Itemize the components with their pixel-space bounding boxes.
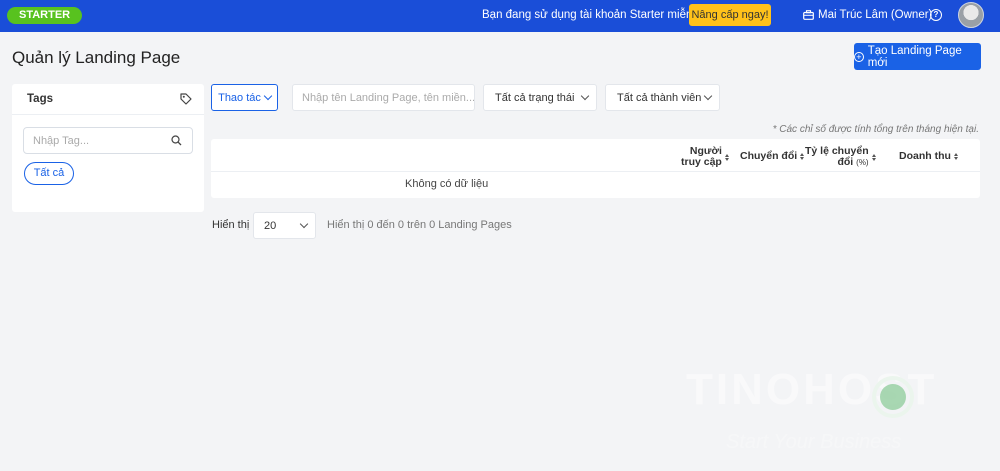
status-filter-select[interactable]: Tất cả trạng thái: [483, 84, 597, 111]
status-filter-value: Tất cả trạng thái: [495, 91, 575, 104]
column-conversion-rate[interactable]: Tỷ lệ chuyển đổi (%): [805, 146, 876, 168]
column-conversions-label: Chuyển đổi: [740, 150, 798, 162]
plan-badge: STARTER: [7, 7, 83, 24]
actions-label: Thao tác: [218, 91, 261, 104]
chevron-down-icon: [263, 91, 273, 101]
page-size-value: 20: [264, 219, 277, 232]
tag-search-input[interactable]: Nhập Tag...: [23, 127, 193, 154]
plus-circle-icon: +: [854, 51, 864, 62]
page-size-select[interactable]: 20: [253, 212, 316, 239]
user-menu[interactable]: Mai Trúc Lâm (Owner): [803, 9, 932, 21]
create-landing-page-button[interactable]: + Tạo Landing Page mới: [854, 43, 981, 70]
sort-icon[interactable]: [800, 153, 805, 160]
account-message: Bạn đang sử dụng tài khoản Starter miễn …: [482, 9, 712, 21]
chevron-down-icon: [703, 91, 713, 101]
column-rate-unit: (%): [856, 158, 869, 167]
sort-icon[interactable]: [724, 153, 729, 161]
column-visitors[interactable]: Người truy cập: [681, 146, 729, 168]
avatar[interactable]: [958, 2, 984, 28]
briefcase-icon: [803, 10, 814, 20]
column-visitors-line2: truy cập: [681, 156, 722, 168]
watermark: TINOHOST Start Your Business: [686, 365, 938, 453]
column-rate-line2: đổi: [837, 156, 854, 168]
table-header: Người truy cập Chuyển đổi Tỷ lệ chuyển đ…: [211, 139, 980, 172]
watermark-brand: TINOHOST: [686, 365, 938, 414]
create-button-label: Tạo Landing Page mới: [867, 44, 962, 69]
sort-icon[interactable]: [953, 153, 958, 160]
tag-icon[interactable]: [180, 93, 192, 105]
top-bar: STARTER Bạn đang sử dụng tài khoản Start…: [0, 0, 1000, 32]
metrics-note: * Các chỉ số được tính tổng trên tháng h…: [772, 124, 979, 135]
pagination-info: Hiển thị 0 đến 0 trên 0 Landing Pages: [327, 219, 512, 231]
tags-panel: Tags Nhập Tag... Tất cả: [12, 84, 204, 212]
tag-search-placeholder: Nhập Tag...: [33, 134, 90, 147]
chevron-down-icon: [299, 219, 309, 229]
help-icon[interactable]: ?: [930, 9, 942, 21]
tags-title: Tags: [27, 93, 53, 105]
member-filter-value: Tất cả thành viên: [617, 91, 702, 104]
page-size-label: Hiển thị: [212, 219, 250, 231]
user-name: Mai Trúc Lâm (Owner): [818, 9, 933, 21]
search-placeholder: Nhập tên Landing Page, tên miền...: [302, 91, 475, 104]
cloud-logo-icon: [872, 376, 914, 418]
column-conversions[interactable]: Chuyển đổi: [740, 150, 805, 162]
chevron-down-icon: [580, 91, 590, 101]
actions-dropdown[interactable]: Thao tác: [211, 84, 278, 111]
landing-page-search-input[interactable]: Nhập tên Landing Page, tên miền...: [292, 84, 475, 111]
column-revenue[interactable]: Doanh thu: [899, 151, 958, 162]
upgrade-button[interactable]: Nâng cấp ngay!: [689, 4, 771, 26]
member-filter-select[interactable]: Tất cả thành viên: [605, 84, 720, 111]
empty-state: Không có dữ liệu: [405, 178, 489, 190]
tags-header: Tags: [12, 84, 204, 115]
page-title: Quản lý Landing Page: [12, 48, 181, 67]
column-revenue-label: Doanh thu: [899, 150, 951, 162]
watermark-slogan: Start Your Business: [726, 431, 902, 453]
search-icon: [171, 135, 182, 146]
sort-icon[interactable]: [871, 153, 876, 161]
landing-page-table: Người truy cập Chuyển đổi Tỷ lệ chuyển đ…: [211, 139, 980, 198]
tag-chip-all[interactable]: Tất cả: [24, 162, 74, 185]
